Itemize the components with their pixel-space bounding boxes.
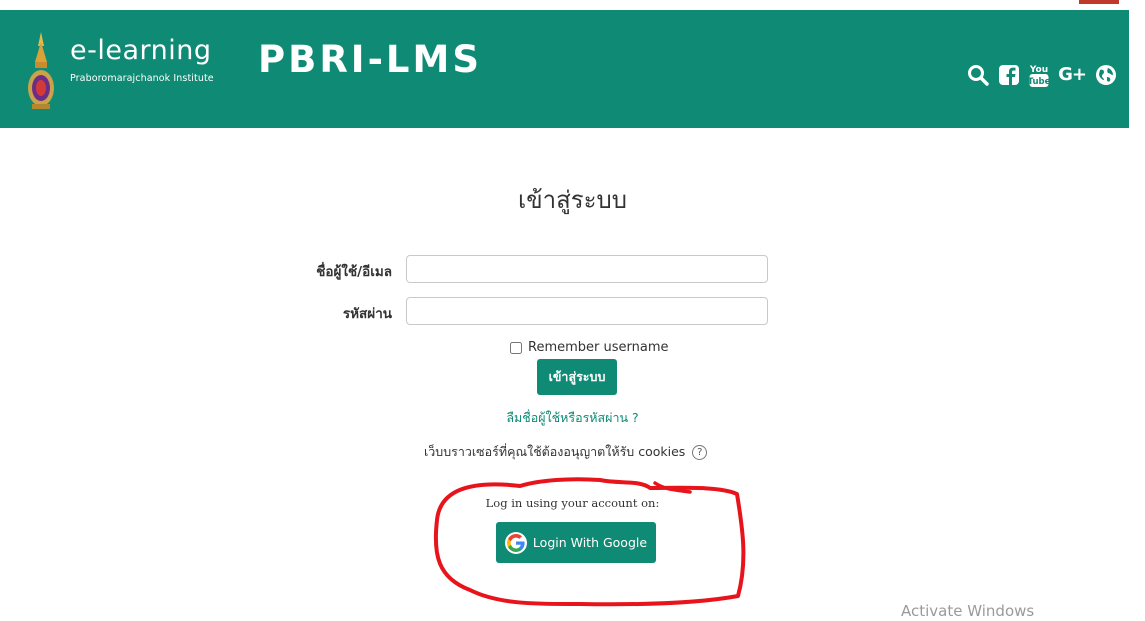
globe-icon[interactable] <box>1095 64 1117 86</box>
forgot-password-link[interactable]: ลืมชื่อผู้ใช้หรือรหัสผ่าน ? <box>506 410 638 425</box>
remember-username[interactable]: Remember username <box>510 340 669 355</box>
username-label: ชื่อผู้ใช้/อีเมล <box>316 264 392 280</box>
top-strip <box>0 0 1145 10</box>
login-button[interactable]: เข้าสู่ระบบ <box>537 359 617 395</box>
youtube-top-text: You <box>1029 65 1048 75</box>
google-button-label: Login With Google <box>532 535 648 550</box>
brand-subtitle: Praboromarajchanok Institute <box>70 73 214 84</box>
social-icons: You Tube G+ <box>967 62 1117 88</box>
brand-title[interactable]: e-learning <box>70 36 214 66</box>
youtube-bottom-text: Tube <box>1029 77 1049 87</box>
cookies-notice: เว็บบราวเซอร์ที่คุณใช้ต้องอนุญาตให้รับ c… <box>424 442 708 462</box>
site-name[interactable]: PBRI-LMS <box>258 38 482 81</box>
top-accent-mark <box>1079 0 1119 4</box>
help-icon[interactable]: ? <box>692 444 708 460</box>
search-icon[interactable] <box>967 64 989 86</box>
oauth-label: Log in using your account on: <box>485 496 660 510</box>
cookies-text: เว็บบราวเซอร์ที่คุณใช้ต้องอนุญาตให้รับ c… <box>424 444 686 459</box>
remember-checkbox[interactable] <box>510 341 522 354</box>
forgot-password-row: ลืมชื่อผู้ใช้หรือรหัสผ่าน ? <box>0 408 1145 428</box>
password-label: รหัสผ่าน <box>342 306 392 322</box>
password-field[interactable] <box>406 297 768 325</box>
login-with-google-button[interactable]: Login With Google <box>496 522 656 563</box>
page-title: เข้าสู่ระบบ <box>518 186 627 214</box>
remember-label: Remember username <box>528 340 669 355</box>
google-icon <box>504 531 527 554</box>
site-header: e-learning Praboromarajchanok Institute … <box>0 10 1129 128</box>
youtube-icon[interactable]: You Tube <box>1029 62 1049 88</box>
google-plus-icon[interactable]: G+ <box>1058 63 1087 87</box>
institute-logo[interactable] <box>26 32 56 112</box>
activate-windows-watermark: Activate Windows <box>901 602 1035 620</box>
facebook-icon[interactable] <box>998 64 1020 86</box>
username-field[interactable] <box>406 255 768 283</box>
